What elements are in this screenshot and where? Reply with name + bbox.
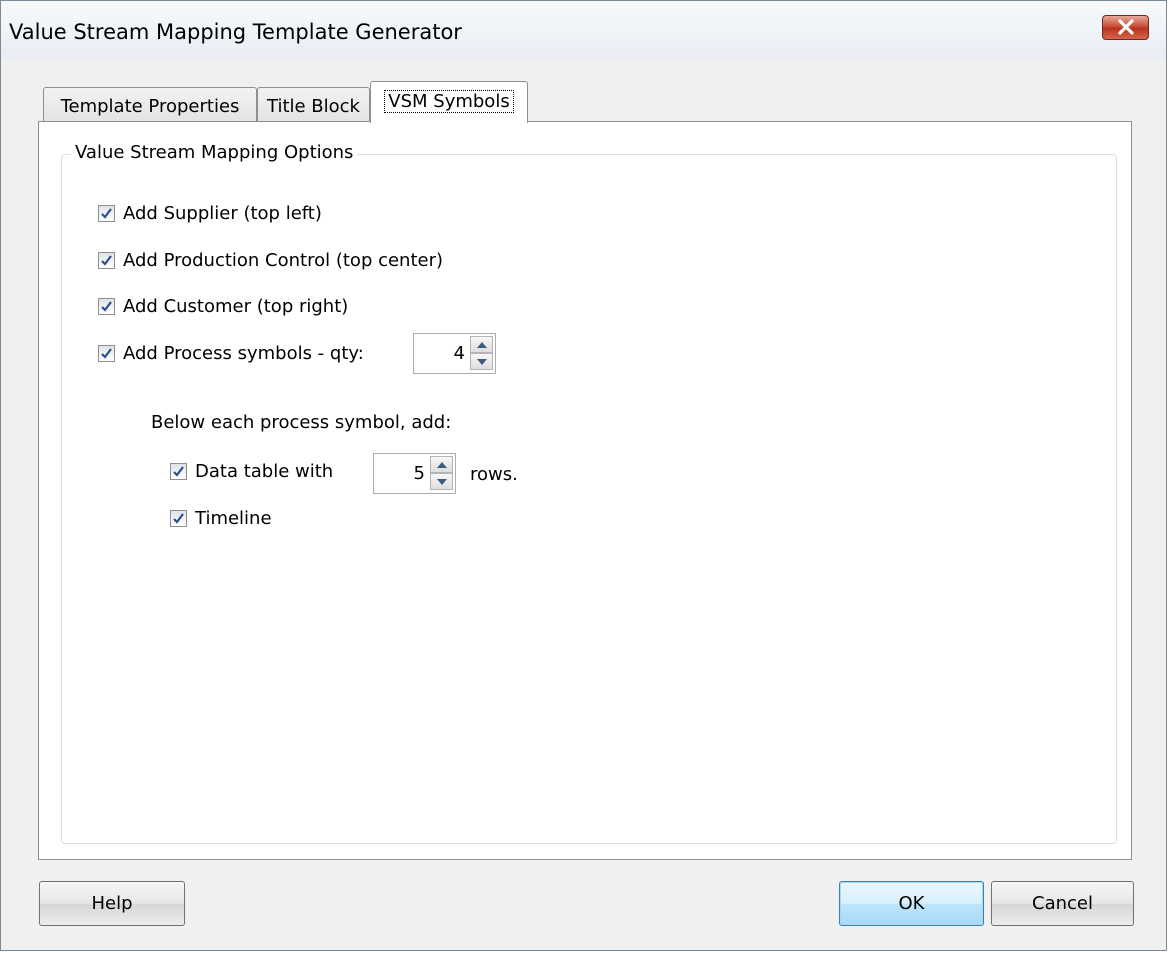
process-checkbox[interactable] [98,345,115,362]
tab-panel: Value Stream Mapping Options Add Supplie… [38,121,1132,860]
arrow-up-icon [436,461,447,468]
data-table-rows-stepper[interactable]: 5 [373,453,456,494]
customer-checkbox-row[interactable]: Add Customer (top right) [98,296,348,317]
close-icon [1118,19,1134,35]
customer-checkbox[interactable] [98,298,115,315]
tab-template-properties[interactable]: Template Properties [43,87,257,121]
data-table-label: Data table with [195,461,334,482]
window-title: Value Stream Mapping Template Generator [9,20,462,44]
timeline-checkbox-row[interactable]: Timeline [170,508,272,529]
process-checkbox-row[interactable]: Add Process symbols - qty: [98,343,364,364]
checkmark-icon [101,255,112,266]
timeline-checkbox[interactable] [170,510,187,527]
checkmark-icon [173,466,184,477]
tab-vsm-symbols[interactable]: VSM Symbols [370,81,528,123]
customer-label: Add Customer (top right) [123,296,349,317]
supplier-label: Add Supplier (top left) [123,203,322,224]
checkmark-icon [173,513,184,524]
timeline-label: Timeline [195,508,272,529]
process-qty-value[interactable]: 4 [454,343,465,364]
arrow-down-icon [436,478,447,485]
supplier-checkbox-row[interactable]: Add Supplier (top left) [98,203,322,224]
arrow-down-icon [476,358,487,365]
cancel-button[interactable]: Cancel [991,881,1134,926]
checkmark-icon [101,348,112,359]
process-label: Add Process symbols - qty: [123,343,364,364]
arrow-up-icon [476,341,487,348]
spin-down-button[interactable] [470,353,493,370]
rows-suffix-label: rows. [470,464,518,485]
production-control-checkbox[interactable] [98,252,115,269]
tab-title-block[interactable]: Title Block [257,87,370,121]
tab-label: Title Block [267,96,360,117]
data-table-checkbox-row[interactable]: Data table with [170,461,333,482]
tab-label: Template Properties [60,96,240,117]
ok-button[interactable]: OK [839,881,984,926]
process-qty-stepper[interactable]: 4 [413,333,496,374]
production-control-checkbox-row[interactable]: Add Production Control (top center) [98,250,443,271]
supplier-checkbox[interactable] [98,205,115,222]
help-button[interactable]: Help [39,881,185,926]
spin-up-button[interactable] [470,336,493,353]
checkmark-icon [101,208,112,219]
group-legend: Value Stream Mapping Options [71,142,358,163]
below-heading: Below each process symbol, add: [151,412,452,433]
spin-up-button[interactable] [430,456,453,473]
dialog-window: Value Stream Mapping Template Generator … [0,0,1167,951]
data-table-checkbox[interactable] [170,463,187,480]
title-bar: Value Stream Mapping Template Generator [1,1,1166,59]
data-table-rows-value[interactable]: 5 [414,463,425,484]
checkmark-icon [101,301,112,312]
close-button[interactable] [1102,15,1149,40]
production-control-label: Add Production Control (top center) [123,250,444,271]
tab-label: VSM Symbols [384,90,514,113]
spin-down-button[interactable] [430,473,453,490]
